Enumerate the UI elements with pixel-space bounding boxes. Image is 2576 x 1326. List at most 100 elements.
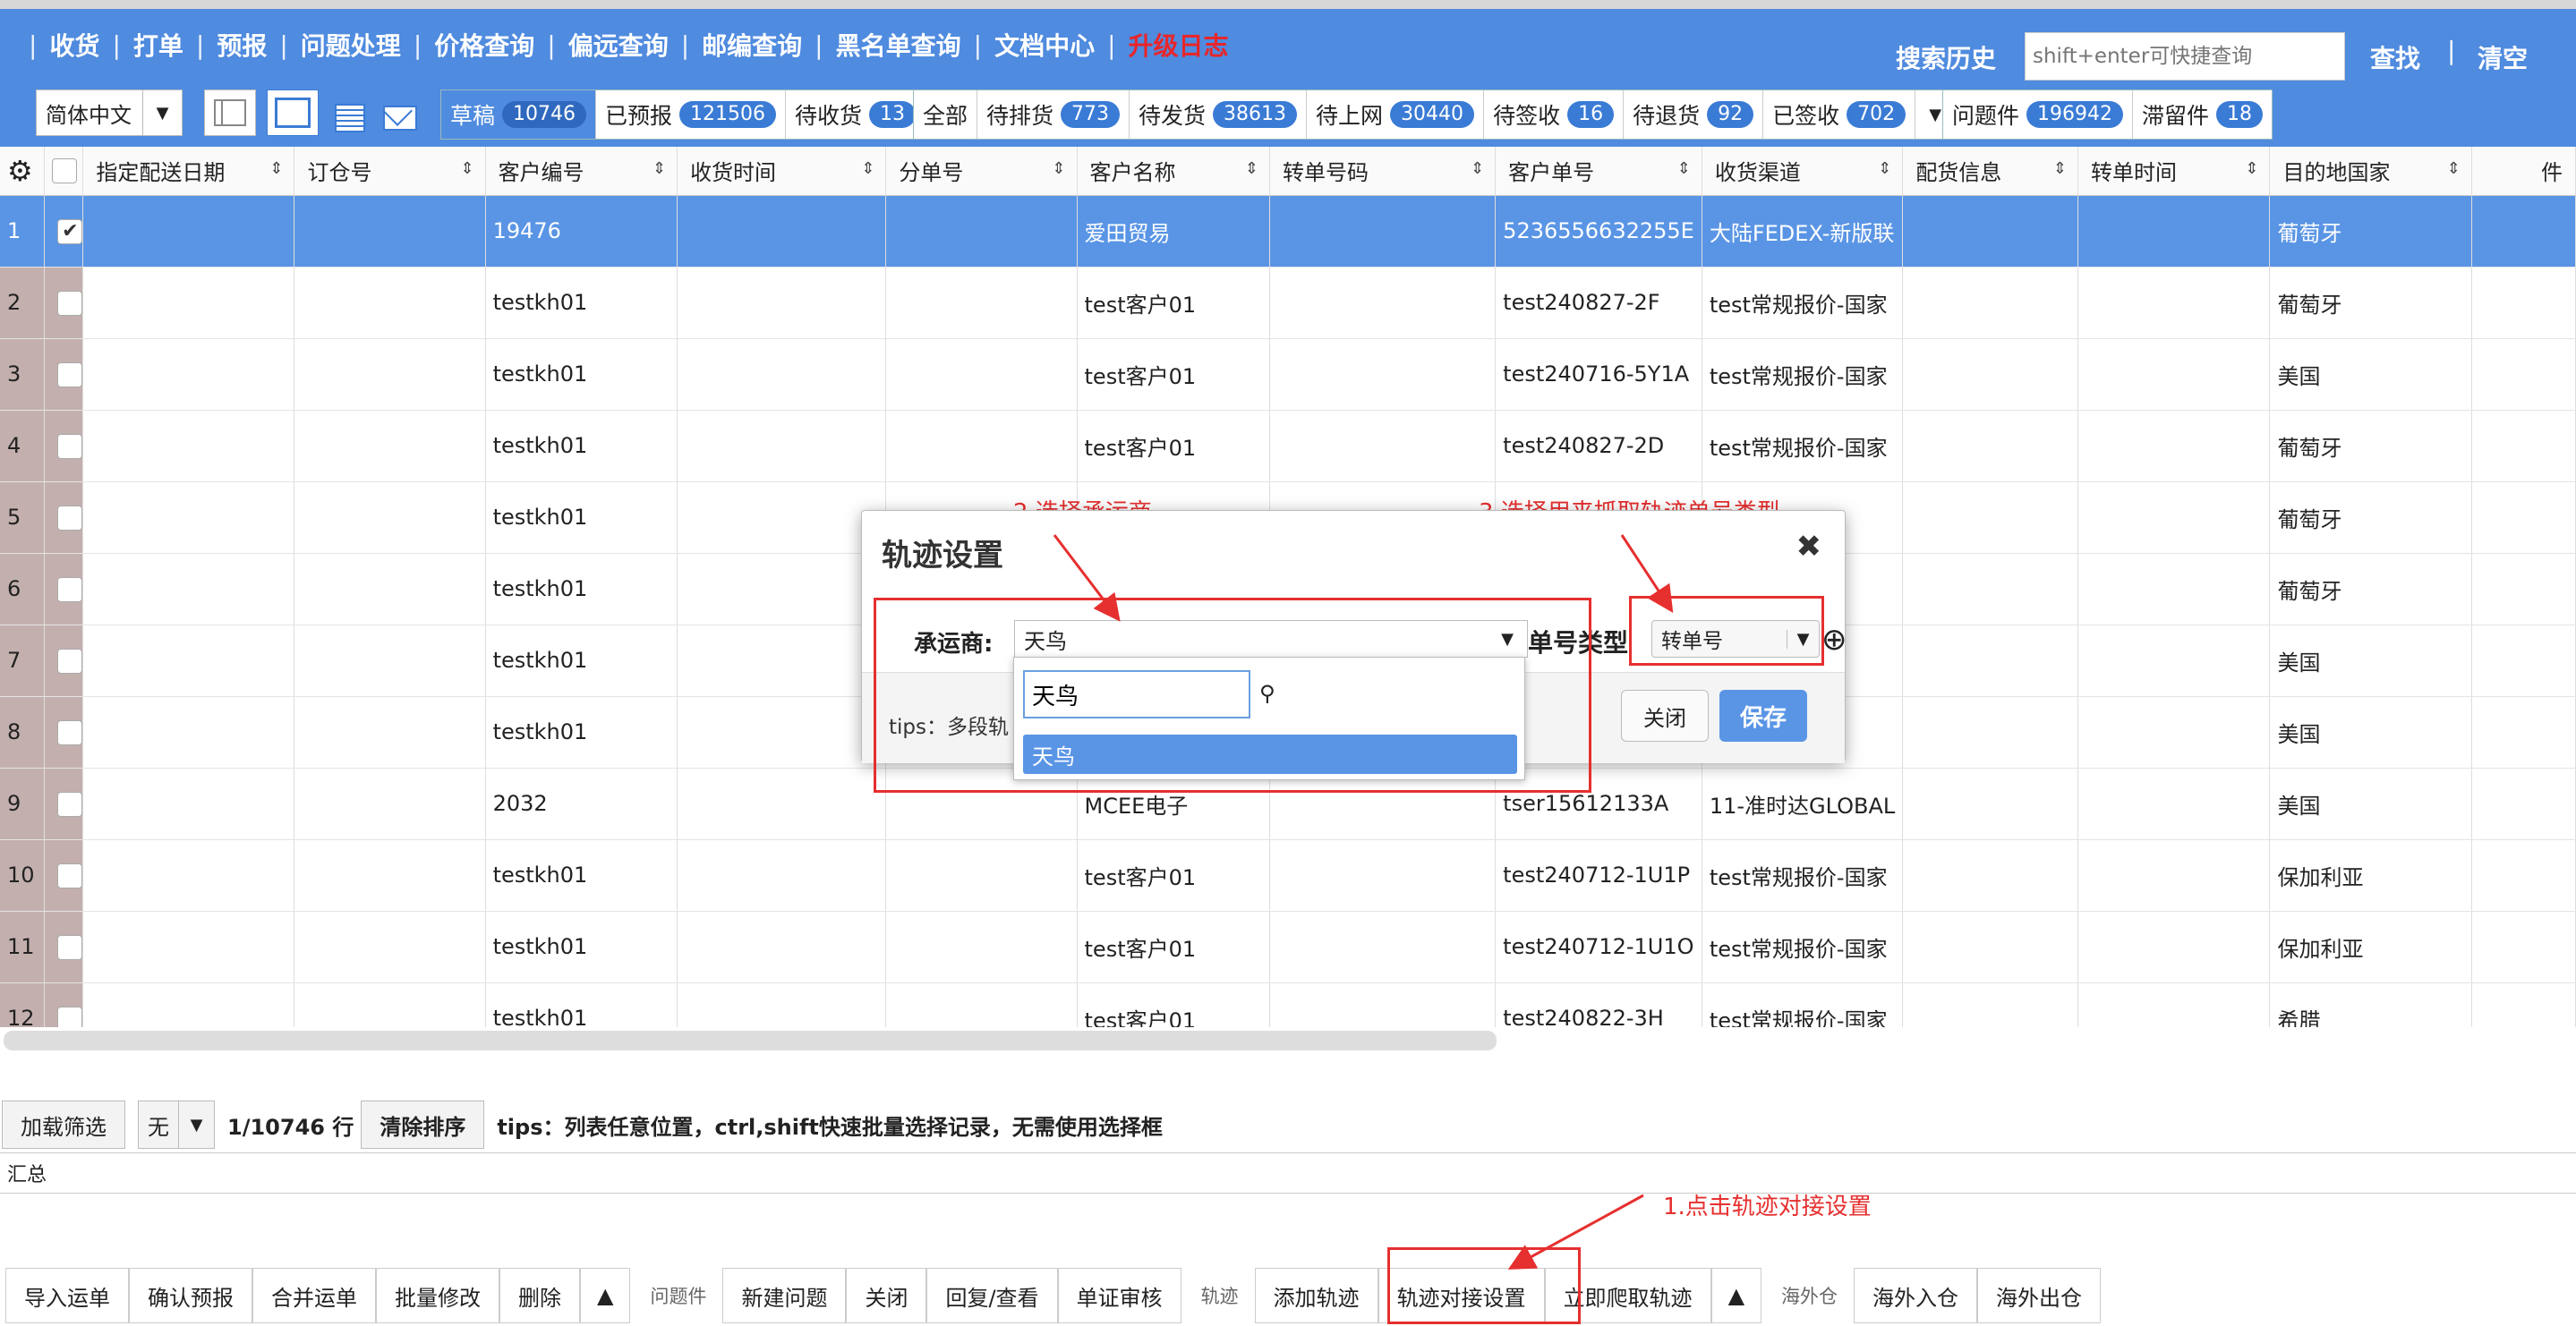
action-button[interactable]: 关闭 [846, 1268, 927, 1323]
column-header[interactable]: 客户名称 ⇕ [1077, 147, 1270, 196]
column-header[interactable]: 件 [2471, 147, 2576, 196]
status-tab[interactable]: 已签收 702 [1763, 90, 1916, 139]
action-button[interactable]: 批量修改 [376, 1268, 499, 1323]
column-header[interactable]: 分单号 ⇕ [885, 147, 1078, 196]
find-button[interactable]: 查找 [2370, 39, 2420, 75]
add-icon[interactable]: ⊕ [1821, 622, 1847, 658]
layout-split-icon[interactable] [204, 89, 256, 136]
sort-icon[interactable]: ⇕ [1677, 159, 1691, 178]
column-header[interactable]: 指定配送日期 ⇕ [82, 147, 295, 196]
nav-item[interactable]: 收货 [49, 27, 99, 63]
nav-item[interactable]: 升级日志 [1129, 27, 1229, 63]
column-header[interactable]: 客户单号 ⇕ [1495, 147, 1702, 196]
table-row[interactable]: 12 testkh01 test客户01 test240822-3H test常规报价-… [0, 982, 2576, 1027]
action-button[interactable]: 回复/查看 [926, 1268, 1058, 1323]
sort-icon[interactable]: ⇕ [1052, 159, 1065, 178]
table-cell: 19476 [485, 195, 678, 268]
status-tab[interactable]: 草稿 10746 [441, 90, 597, 139]
table-row[interactable]: 1 ✔ 19476 爱田贸易 5236556632255E 大陆FEDEX-新版联 葡萄牙 [0, 195, 2576, 268]
table-row[interactable]: 10 testkh01 test客户01 test240712-1U1P test常规报… [0, 839, 2576, 912]
sort-icon[interactable]: ⇕ [2053, 159, 2067, 178]
action-button[interactable]: 删除 [499, 1268, 580, 1323]
row-checkbox[interactable] [57, 934, 82, 960]
column-header[interactable]: 客户编号 ⇕ [485, 147, 678, 196]
quick-search-input[interactable] [2025, 32, 2345, 81]
layout-single-icon[interactable] [267, 89, 319, 136]
sort-select[interactable]: 无 ▼ [138, 1101, 215, 1149]
nav-item[interactable]: 偏远查询 [568, 27, 669, 63]
chevron-up-icon[interactable]: ▲ [580, 1268, 631, 1323]
nav-item[interactable]: 预报 [217, 27, 267, 63]
close-icon[interactable]: ✖ [1796, 529, 1822, 565]
select-all-checkbox[interactable] [52, 158, 78, 184]
sort-icon[interactable]: ⇕ [1878, 159, 1891, 178]
list-view-icon[interactable] [335, 104, 365, 132]
status-tab[interactable]: 待发货 38613 [1130, 90, 1308, 139]
action-button[interactable]: 单证审核 [1057, 1268, 1181, 1323]
column-header[interactable]: 收货时间 ⇕ [677, 147, 887, 196]
table-row[interactable]: 11 testkh01 test客户01 test240712-1U1O test常规报… [0, 911, 2576, 983]
row-checkbox[interactable] [57, 648, 82, 674]
status-tab[interactable]: 问题件 196942 [1943, 90, 2133, 139]
row-checkbox[interactable] [57, 1006, 82, 1027]
nav-item[interactable]: 黑名单查询 [836, 27, 961, 63]
column-header[interactable]: 转单时间 ⇕ [2077, 147, 2271, 196]
load-filter-button[interactable]: 加载筛选 [2, 1101, 125, 1149]
status-tab[interactable]: 待收货 13 [786, 90, 925, 139]
row-checkbox[interactable] [57, 433, 82, 459]
sort-icon[interactable]: ⇕ [460, 159, 473, 178]
nav-item[interactable]: 邮编查询 [702, 27, 802, 63]
status-tab[interactable]: 待上网 30440 [1307, 90, 1485, 139]
status-tab[interactable]: 已预报 121506 [596, 90, 787, 139]
language-select[interactable]: 简体中文 ▼ [36, 89, 183, 136]
dialog-save-button[interactable]: 保存 [1719, 690, 1807, 742]
table-row[interactable]: 3 testkh01 test客户01 test240716-5Y1A test常规报价… [0, 338, 2576, 411]
column-header[interactable]: 收货渠道 ⇕ [1702, 147, 1904, 196]
column-header[interactable]: 目的地国家 ⇕ [2269, 147, 2472, 196]
dialog-close-button[interactable]: 关闭 [1621, 690, 1709, 742]
nav-item[interactable]: 文档中心 [994, 27, 1095, 63]
nav-item[interactable]: 价格查询 [434, 27, 534, 63]
sort-icon[interactable]: ⇕ [653, 159, 666, 178]
action-button[interactable]: 确认预报 [129, 1268, 252, 1323]
sort-icon[interactable]: ⇕ [1471, 159, 1484, 178]
action-button[interactable]: 导入运单 [5, 1268, 129, 1323]
chevron-up-icon[interactable]: ▲ [1710, 1268, 1762, 1323]
status-tab[interactable]: 滞留件 18 [2133, 90, 2272, 139]
column-header[interactable]: 转单号码 ⇕ [1269, 147, 1497, 196]
table-row[interactable]: 4 testkh01 test客户01 test240827-2D test常规报价-国… [0, 410, 2576, 482]
horizontal-scrollbar[interactable] [4, 1031, 1497, 1050]
sort-icon[interactable]: ⇕ [2447, 159, 2461, 178]
status-tab[interactable]: 待退货 92 [1624, 90, 1764, 139]
row-checkbox[interactable] [57, 791, 82, 817]
column-header[interactable]: 订仓号 ⇕ [294, 147, 486, 196]
clear-button[interactable]: 清空 [2478, 39, 2528, 75]
gear-icon[interactable]: ⚙ [0, 147, 46, 196]
row-checkbox[interactable] [57, 863, 82, 888]
table-row[interactable]: 2 testkh01 test客户01 test240827-2F test常规报价-国… [0, 267, 2576, 339]
clear-sort-button[interactable]: 清除排序 [361, 1101, 485, 1149]
status-tab[interactable]: 待排货 773 [977, 90, 1130, 139]
sort-icon[interactable]: ⇕ [861, 159, 874, 178]
action-button[interactable]: 合并运单 [252, 1268, 376, 1323]
search-history-button[interactable]: 搜索历史 [1896, 39, 1996, 75]
action-button[interactable]: 海外出仓 [1977, 1268, 2102, 1323]
sort-icon[interactable]: ⇕ [2245, 159, 2258, 178]
row-checkbox[interactable]: ✔ [57, 218, 82, 244]
nav-item[interactable]: 打单 [133, 27, 183, 63]
nav-item[interactable]: 问题处理 [301, 27, 401, 63]
column-header[interactable]: 配货信息 ⇕ [1902, 147, 2078, 196]
action-button[interactable]: 添加轨迹 [1254, 1268, 1378, 1323]
row-checkbox[interactable] [57, 290, 82, 316]
action-button[interactable]: 海外入仓 [1854, 1268, 1978, 1323]
status-tab[interactable]: 待签收 16 [1484, 90, 1625, 139]
row-checkbox[interactable] [57, 361, 82, 387]
row-checkbox[interactable] [57, 719, 82, 745]
status-tab[interactable]: 全部 [914, 90, 978, 139]
sort-icon[interactable]: ⇕ [1245, 159, 1258, 178]
row-checkbox[interactable] [57, 576, 82, 602]
sort-icon[interactable]: ⇕ [269, 159, 283, 178]
mail-icon[interactable] [382, 96, 417, 131]
action-button[interactable]: 新建问题 [722, 1268, 847, 1323]
row-checkbox[interactable] [57, 505, 82, 531]
